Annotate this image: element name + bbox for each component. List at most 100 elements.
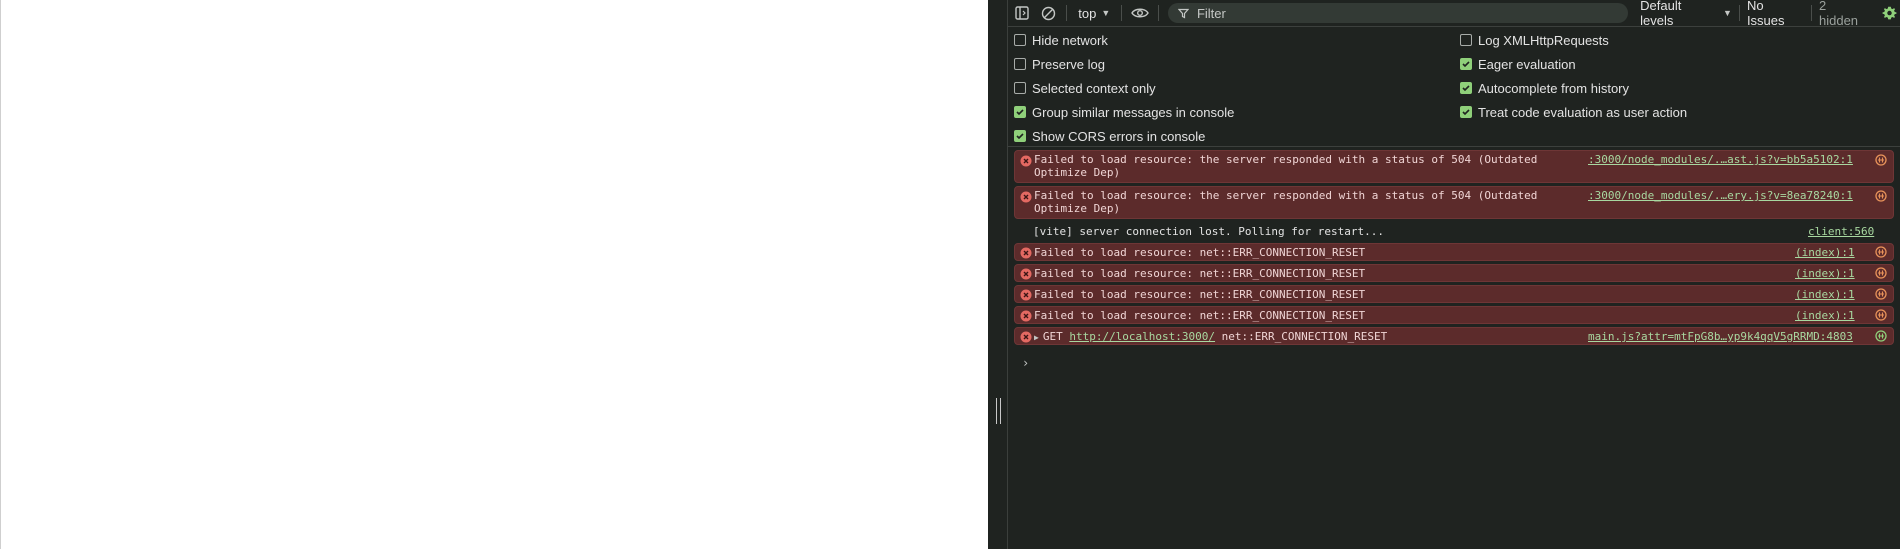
- message-text: Failed to load resource: net::ERR_CONNEC…: [1034, 288, 1366, 301]
- network-request-icon[interactable]: [1875, 267, 1887, 279]
- clear-console-icon: [1041, 6, 1056, 20]
- message-source-link[interactable]: main.js?attr=mtFpG8b…yp9k4qqV5gRRMD:4803: [1588, 330, 1853, 343]
- request-url-link[interactable]: http://localhost:3000/: [1069, 330, 1215, 343]
- error-icon: [1020, 310, 1032, 322]
- log-xmlhttprequests-checkbox[interactable]: [1460, 34, 1472, 46]
- message-source-link[interactable]: :3000/node_modules/.…ery.js?v=8ea78240:1: [1588, 189, 1853, 202]
- error-icon: [1020, 191, 1032, 203]
- context-label: top: [1078, 5, 1097, 21]
- message-line: Optimize Dep): [1034, 202, 1121, 215]
- error-icon: [1020, 268, 1032, 280]
- log-levels-dropdown[interactable]: Default levels ▼: [1628, 0, 1738, 28]
- console-error-message[interactable]: Failed to load resource: net::ERR_CONNEC…: [1014, 285, 1894, 303]
- treat-code-evaluation-label: Treat code evaluation as user action: [1478, 104, 1688, 120]
- error-icon: [1020, 155, 1032, 167]
- console-error-message[interactable]: Failed to load resource: net::ERR_CONNEC…: [1014, 243, 1894, 261]
- message-source-link[interactable]: (index):1: [1795, 288, 1855, 301]
- network-request-icon[interactable]: [1875, 309, 1887, 321]
- toolbar-divider: [1811, 5, 1812, 21]
- eager-evaluation-checkbox[interactable]: [1460, 58, 1472, 70]
- selected-context-only-option[interactable]: Selected context only: [1014, 78, 1156, 98]
- message-text: Failed to load resource: the server resp…: [1034, 189, 1537, 215]
- network-request-icon[interactable]: [1875, 330, 1887, 342]
- preserve-log-checkbox[interactable]: [1014, 58, 1026, 70]
- splitter-grip-icon[interactable]: [996, 398, 1001, 424]
- message-source-link[interactable]: (index):1: [1795, 309, 1855, 322]
- console-settings-pane: Hide network Preserve log Selected conte…: [1008, 27, 1900, 147]
- console-settings-button[interactable]: [1878, 0, 1900, 27]
- console-network-error-message[interactable]: ▶ GET http://localhost:3000/ net::ERR_CON…: [1014, 327, 1894, 345]
- log-xmlhttprequests-option[interactable]: Log XMLHttpRequests: [1460, 30, 1609, 50]
- preserve-log-label: Preserve log: [1032, 56, 1105, 72]
- log-xmlhttprequests-label: Log XMLHttpRequests: [1478, 32, 1609, 48]
- network-request-icon[interactable]: [1875, 288, 1887, 300]
- filter-box[interactable]: [1167, 3, 1629, 23]
- sidebar-icon: [1015, 6, 1029, 20]
- error-icon: [1020, 289, 1032, 301]
- chevron-down-icon: ▼: [1101, 8, 1111, 18]
- issues-button[interactable]: No Issues: [1741, 0, 1810, 28]
- devtools-resize-splitter[interactable]: [988, 0, 1008, 549]
- message-line: Optimize Dep): [1034, 166, 1121, 179]
- sidebar-toggle-button[interactable]: [1008, 0, 1036, 27]
- filter-input[interactable]: [1196, 5, 1597, 21]
- message-source-link[interactable]: (index):1: [1795, 246, 1855, 259]
- toolbar-divider: [1121, 5, 1123, 21]
- request-method: GET: [1042, 330, 1063, 343]
- message-source-link[interactable]: client:560: [1808, 225, 1874, 238]
- treat-code-evaluation-checkbox[interactable]: [1460, 106, 1472, 118]
- show-cors-errors-checkbox[interactable]: [1014, 130, 1026, 142]
- message-text: Failed to load resource: net::ERR_CONNEC…: [1034, 267, 1366, 280]
- page-viewport: [0, 0, 988, 549]
- hide-network-option[interactable]: Hide network: [1014, 30, 1108, 50]
- network-request-icon[interactable]: [1875, 154, 1887, 166]
- group-similar-label: Group similar messages in console: [1032, 104, 1235, 120]
- show-cors-errors-label: Show CORS errors in console: [1032, 128, 1206, 144]
- network-request-icon[interactable]: [1875, 246, 1887, 258]
- group-similar-option[interactable]: Group similar messages in console: [1014, 102, 1234, 122]
- console-error-message[interactable]: Failed to load resource: the server resp…: [1014, 186, 1894, 219]
- preserve-log-option[interactable]: Preserve log: [1014, 54, 1105, 74]
- console-error-message[interactable]: Failed to load resource: net::ERR_CONNEC…: [1014, 306, 1894, 324]
- message-text: Failed to load resource: net::ERR_CONNEC…: [1034, 246, 1366, 259]
- eager-evaluation-option[interactable]: Eager evaluation: [1460, 54, 1576, 74]
- chevron-down-icon: ▼: [1723, 8, 1732, 18]
- eye-icon: [1131, 8, 1149, 18]
- hide-network-checkbox[interactable]: [1014, 34, 1026, 46]
- toolbar-divider: [1738, 5, 1740, 21]
- request-error: net::ERR_CONNECTION_RESET: [1221, 330, 1388, 343]
- autocomplete-history-checkbox[interactable]: [1460, 82, 1472, 94]
- autocomplete-history-label: Autocomplete from history: [1478, 80, 1630, 96]
- console-toolbar: top ▼ Default levels ▼ No Issues 2 hidde…: [1008, 0, 1900, 28]
- toolbar-divider: [1066, 5, 1068, 21]
- network-request-icon[interactable]: [1875, 190, 1887, 202]
- message-text: Failed to load resource: the server resp…: [1034, 153, 1537, 179]
- message-text: ▶ GET http://localhost:3000/ net::ERR_CON…: [1034, 330, 1387, 344]
- expand-triangle-icon[interactable]: ▶: [1034, 333, 1039, 342]
- log-levels-label: Default levels: [1640, 0, 1682, 28]
- treat-code-evaluation-option[interactable]: Treat code evaluation as user action: [1460, 102, 1687, 122]
- console-log-message[interactable]: [vite] server connection lost. Polling f…: [1014, 222, 1894, 240]
- console-error-message[interactable]: Failed to load resource: net::ERR_CONNEC…: [1014, 264, 1894, 282]
- error-icon: [1020, 247, 1032, 259]
- console-prompt[interactable]: ›: [1022, 356, 1029, 370]
- message-line: Failed to load resource: the server resp…: [1034, 153, 1538, 166]
- group-similar-checkbox[interactable]: [1014, 106, 1026, 118]
- context-selector[interactable]: top ▼: [1072, 0, 1116, 27]
- toolbar-divider: [1157, 5, 1159, 21]
- show-cors-errors-option[interactable]: Show CORS errors in console: [1014, 126, 1205, 146]
- message-text: Failed to load resource: net::ERR_CONNEC…: [1034, 309, 1366, 322]
- message-line: Failed to load resource: the server resp…: [1034, 189, 1538, 202]
- hide-network-label: Hide network: [1032, 32, 1108, 48]
- devtools-console-panel: top ▼ Default levels ▼ No Issues 2 hidde…: [1008, 0, 1900, 549]
- message-source-link[interactable]: (index):1: [1795, 267, 1855, 280]
- gear-icon: [1882, 6, 1897, 19]
- live-expression-button[interactable]: [1127, 0, 1153, 27]
- clear-console-button[interactable]: [1036, 0, 1062, 27]
- console-error-message[interactable]: Failed to load resource: the server resp…: [1014, 150, 1894, 183]
- hidden-messages-count: 2 hidden: [1819, 0, 1859, 28]
- autocomplete-history-option[interactable]: Autocomplete from history: [1460, 78, 1629, 98]
- error-icon: [1020, 331, 1032, 343]
- selected-context-only-checkbox[interactable]: [1014, 82, 1026, 94]
- message-source-link[interactable]: :3000/node_modules/.…ast.js?v=bb5a5102:1: [1588, 153, 1853, 166]
